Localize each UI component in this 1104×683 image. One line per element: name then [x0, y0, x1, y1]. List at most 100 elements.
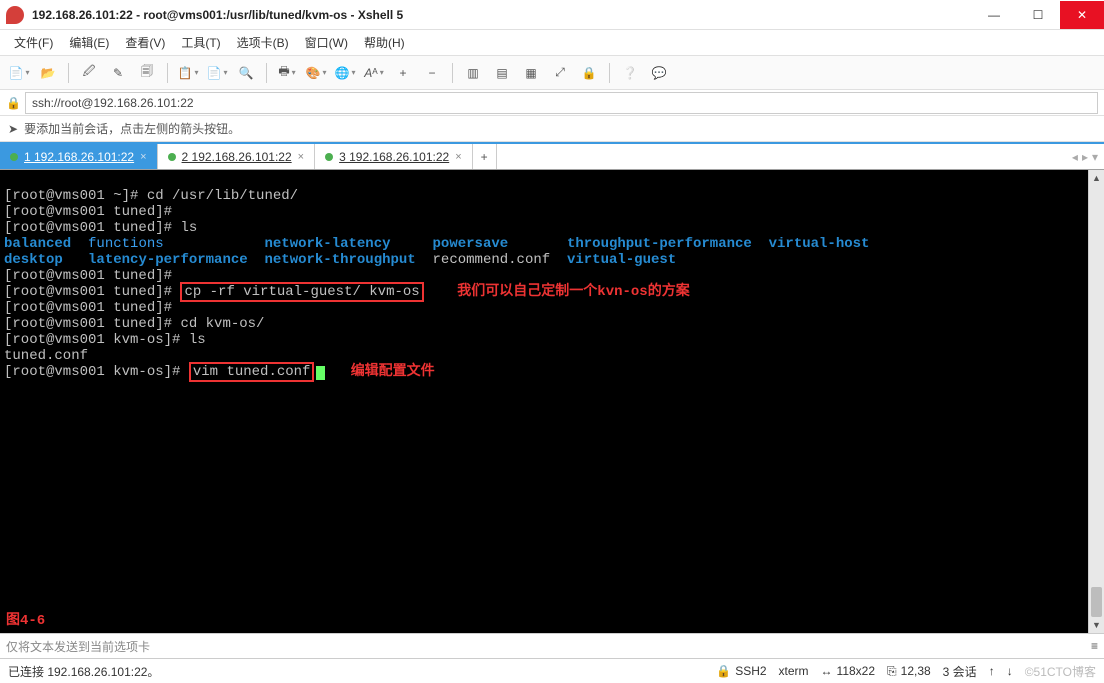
- menu-file[interactable]: 文件(F): [6, 30, 61, 55]
- tile-grid-button[interactable]: ▦: [518, 60, 544, 86]
- status-dot-icon: [10, 153, 18, 161]
- cursor: [316, 366, 325, 380]
- info-bar: ➤ 要添加当前会话，点击左侧的箭头按钮。: [0, 116, 1104, 142]
- toolbar-separator: [266, 63, 267, 83]
- close-button[interactable]: ✕: [1060, 1, 1104, 29]
- cmd: ls: [189, 332, 206, 348]
- prompt: [root@vms001 tuned]#: [4, 284, 180, 300]
- session-tab-2[interactable]: 2 192.168.26.101:22 ×: [158, 144, 316, 169]
- scroll-up-icon[interactable]: ▲: [1089, 170, 1104, 186]
- prompt: [root@vms001 tuned]#: [4, 316, 180, 332]
- disconnect-button[interactable]: ✎: [105, 60, 131, 86]
- ls-item: tuned.conf: [4, 348, 88, 364]
- prompt: [root@vms001 tuned]#: [4, 300, 180, 316]
- bookmark-icon[interactable]: ➤: [8, 122, 18, 136]
- color-scheme-button[interactable]: 🎨: [303, 60, 329, 86]
- menu-window[interactable]: 窗口(W): [297, 30, 356, 55]
- cmd: ls: [180, 220, 197, 236]
- prompt: [root@vms001 tuned]#: [4, 220, 180, 236]
- new-session-button[interactable]: 📄: [6, 60, 32, 86]
- highlighted-command: cp -rf virtual-guest/ kvm-os: [180, 282, 423, 302]
- ls-item: desktop: [4, 252, 63, 268]
- menu-tools[interactable]: 工具(T): [173, 30, 228, 55]
- encoding-button[interactable]: 🌐: [332, 60, 358, 86]
- maximize-button[interactable]: ☐: [1016, 1, 1060, 29]
- menu-view[interactable]: 查看(V): [117, 30, 173, 55]
- status-up-icon[interactable]: ↑: [989, 664, 995, 678]
- tab-prev-icon[interactable]: ◂: [1072, 150, 1078, 164]
- window-titlebar: 192.168.26.101:22 - root@vms001:/usr/lib…: [0, 0, 1104, 30]
- send-bar[interactable]: 仅将文本发送到当前选项卡 ≡: [0, 633, 1104, 659]
- menubar: 文件(F) 编辑(E) 查看(V) 工具(T) 选项卡(B) 窗口(W) 帮助(…: [0, 30, 1104, 56]
- toolbar-separator: [609, 63, 610, 83]
- menu-edit[interactable]: 编辑(E): [61, 30, 117, 55]
- font-button[interactable]: Aᴬ: [361, 60, 387, 86]
- ls-item: virtual-host: [769, 236, 870, 252]
- tab-nav: ◂ ▸ ▾: [1066, 144, 1104, 169]
- menu-tabs[interactable]: 选项卡(B): [229, 30, 297, 55]
- xshell-app-icon: [6, 6, 24, 24]
- status-ssh: 🔒 SSH2: [716, 664, 766, 678]
- minimize-button[interactable]: —: [972, 1, 1016, 29]
- find-button[interactable]: 🔍: [233, 60, 259, 86]
- open-session-button[interactable]: 📂: [35, 60, 61, 86]
- status-cursor-pos: ⎘ 12,38: [887, 664, 931, 679]
- session-tab-3[interactable]: 3 192.168.26.101:22 ×: [315, 144, 473, 169]
- ls-item: network-latency: [264, 236, 390, 252]
- session-tabbar: 1 192.168.26.101:22 × 2 192.168.26.101:2…: [0, 142, 1104, 170]
- highlighted-command: vim tuned.conf: [189, 362, 315, 382]
- reconnect-button[interactable]: 🖉: [76, 60, 102, 86]
- ls-item: functions: [88, 236, 164, 252]
- tab-next-icon[interactable]: ▸: [1082, 150, 1088, 164]
- address-input[interactable]: ssh://root@192.168.26.101:22: [25, 92, 1098, 114]
- tab-close-icon[interactable]: ×: [140, 151, 146, 163]
- menu-help[interactable]: 帮助(H): [356, 30, 413, 55]
- tile-horizontal-button[interactable]: ▥: [460, 60, 486, 86]
- ls-item: balanced: [4, 236, 71, 252]
- scrollbar-track[interactable]: [1089, 186, 1104, 617]
- status-size: ↔ 118x22: [821, 664, 875, 678]
- add-tab-button[interactable]: +: [473, 144, 497, 169]
- watermark: ©51CTO博客: [1025, 663, 1096, 680]
- paste-button[interactable]: 📄: [204, 60, 230, 86]
- send-menu-icon[interactable]: ≡: [1091, 639, 1098, 653]
- prompt: [root@vms001 ~]#: [4, 188, 147, 204]
- properties-button[interactable]: 🗐: [134, 60, 160, 86]
- toolbar-separator: [68, 63, 69, 83]
- decrease-font-button[interactable]: −: [419, 60, 445, 86]
- tab-label: 2 192.168.26.101:22: [182, 150, 292, 164]
- ls-item: recommend.conf: [433, 252, 551, 268]
- ls-item: latency-performance: [88, 252, 248, 268]
- help-button[interactable]: ❔: [617, 60, 643, 86]
- fullscreen-button[interactable]: ⤢: [547, 60, 573, 86]
- address-text: ssh://root@192.168.26.101:22: [32, 96, 194, 110]
- cmd: vim tuned.conf: [193, 364, 311, 380]
- print-button[interactable]: 🖶: [274, 60, 300, 86]
- address-bar: 🔒 ssh://root@192.168.26.101:22: [0, 90, 1104, 116]
- copy-button[interactable]: 📋: [175, 60, 201, 86]
- feedback-button[interactable]: 💬: [646, 60, 672, 86]
- status-sessions: 3 会话: [943, 663, 977, 680]
- lock-icon: 🔒: [6, 96, 21, 110]
- status-down-icon[interactable]: ↓: [1007, 664, 1013, 678]
- lock-button[interactable]: 🔒: [576, 60, 602, 86]
- prompt: [root@vms001 kvm-os]#: [4, 332, 189, 348]
- toolbar-separator: [167, 63, 168, 83]
- cmd: cd kvm-os/: [180, 316, 264, 332]
- scroll-down-icon[interactable]: ▼: [1089, 617, 1104, 633]
- scrollbar[interactable]: ▲ ▼: [1088, 170, 1104, 633]
- scrollbar-thumb[interactable]: [1091, 587, 1102, 617]
- increase-font-button[interactable]: +: [390, 60, 416, 86]
- ls-item: throughput-performance: [567, 236, 752, 252]
- tab-close-icon[interactable]: ×: [298, 151, 304, 163]
- session-tab-1[interactable]: 1 192.168.26.101:22 ×: [0, 144, 158, 169]
- cmd: cp -rf virtual-guest/ kvm-os: [184, 284, 419, 300]
- cmd: cd /usr/lib/tuned/: [147, 188, 298, 204]
- terminal[interactable]: [root@vms001 ~]# cd /usr/lib/tuned/ [roo…: [0, 170, 1088, 633]
- prompt: [root@vms001 tuned]#: [4, 204, 180, 220]
- tab-close-icon[interactable]: ×: [455, 151, 461, 163]
- tile-vertical-button[interactable]: ▤: [489, 60, 515, 86]
- send-placeholder: 仅将文本发送到当前选项卡: [6, 638, 150, 655]
- annotation: 我们可以自己定制一个kvn-os的方案: [457, 284, 689, 300]
- tab-menu-icon[interactable]: ▾: [1092, 150, 1098, 164]
